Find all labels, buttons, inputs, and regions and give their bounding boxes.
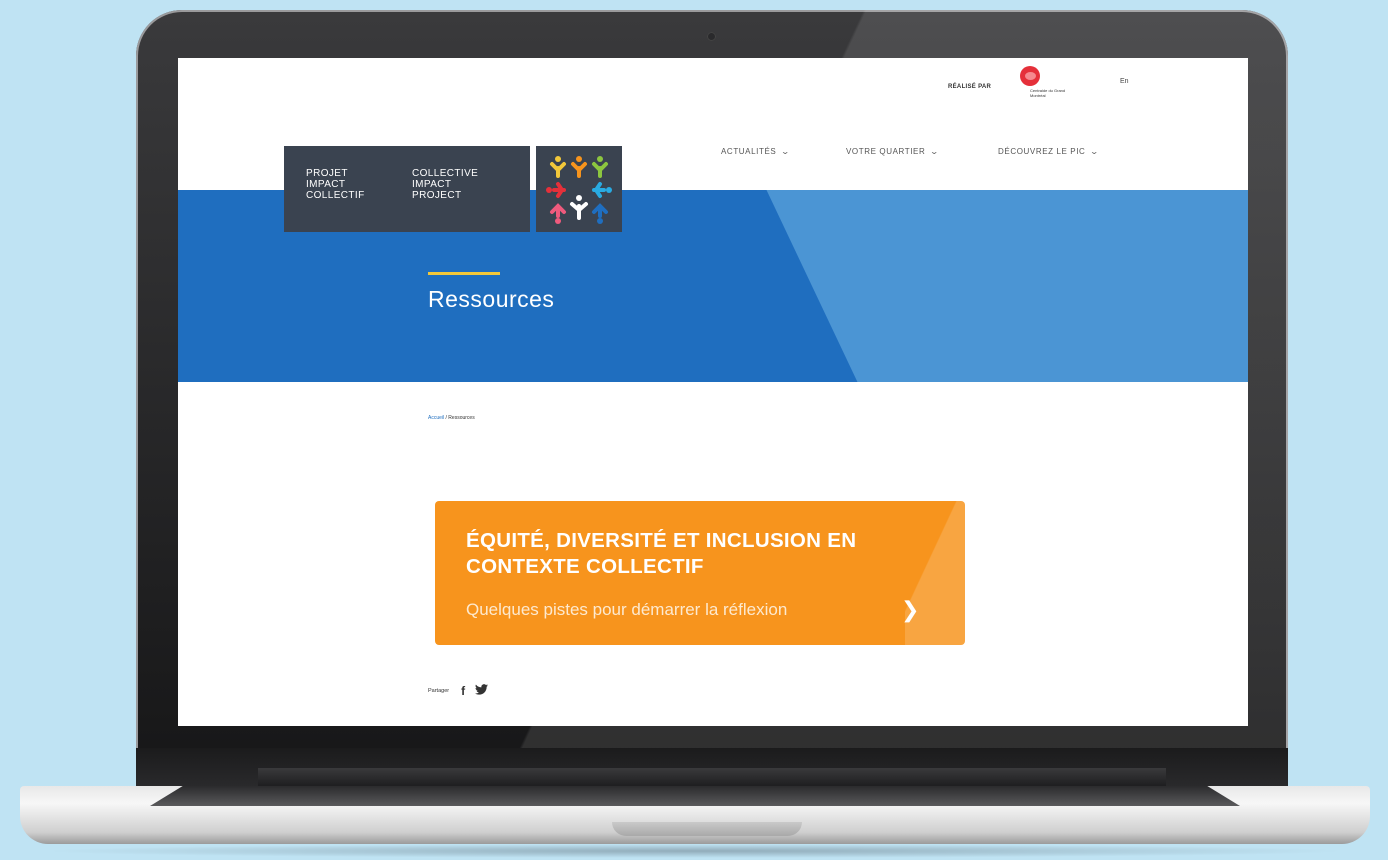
breadcrumb-separator: /: [445, 415, 447, 421]
webcam-icon: [707, 32, 716, 41]
language-switch-link[interactable]: En: [1120, 78, 1129, 85]
cta-subtitle: Quelques pistes pour démarrer la réflexi…: [466, 600, 788, 619]
page-title: Ressources: [428, 286, 555, 312]
chevron-right-icon: ❯: [901, 597, 920, 622]
nav-decouvrez-le-pic[interactable]: DÉCOUVREZ LE PIC ⌄: [998, 147, 1099, 156]
realise-par-label: RÉALISÉ PAR: [948, 84, 992, 90]
facebook-icon[interactable]: f: [461, 684, 465, 698]
twitter-icon[interactable]: [475, 684, 489, 698]
logo-text-fr: PROJET IMPACT COLLECTIF: [306, 168, 365, 201]
resource-cta-card[interactable]: ÉQUITÉ, DIVERSITÉ ET INCLUSION EN CONTEX…: [435, 501, 965, 645]
cta-title: ÉQUITÉ, DIVERSITÉ ET INCLUSION EN CONTEX…: [466, 529, 857, 578]
logo-line: COLLECTIVE: [412, 168, 479, 179]
partner-name: Centraide du Grand Montréal: [1030, 88, 1066, 98]
logo-text-en: COLLECTIVE IMPACT PROJECT: [412, 168, 478, 201]
share-bar: Partager f: [428, 684, 489, 698]
logo-line: PROJECT: [412, 190, 462, 201]
breadcrumb-current: Ressources: [448, 415, 475, 421]
laptop-shadow: [40, 844, 1350, 858]
nav-actualites-label: ACTUALITÉS: [721, 147, 777, 156]
breadcrumb: Accueil / Ressources: [428, 415, 475, 421]
nav-votre-quartier[interactable]: VOTRE QUARTIER ⌄: [846, 147, 939, 156]
opening-notch: [612, 822, 802, 836]
chevron-down-icon: ⌄: [1089, 147, 1101, 156]
share-label: Partager: [428, 688, 450, 694]
laptop-hinge: [258, 768, 1166, 786]
logo-line: COLLECTIF: [306, 190, 365, 201]
top-utility-bar: RÉALISÉ PAR Centraide du Grand Montréal …: [178, 58, 1248, 109]
logo-line: IMPACT: [412, 179, 452, 190]
site-logo[interactable]: PROJET IMPACT COLLECTIF COLLECTIVE IMPAC…: [284, 146, 530, 232]
hero-accent-line: [428, 272, 500, 275]
logo-line: PROJET: [306, 168, 348, 179]
nav-actualites[interactable]: ACTUALITÉS ⌄: [721, 147, 790, 156]
nav-decouvrez-le-pic-label: DÉCOUVREZ LE PIC: [998, 147, 1086, 156]
nav-votre-quartier-label: VOTRE QUARTIER: [846, 147, 926, 156]
keyboard-deck: [150, 786, 1240, 806]
breadcrumb-home-link[interactable]: Accueil: [428, 415, 444, 421]
chevron-down-icon: ⌄: [780, 147, 792, 156]
people-circle-logo-icon[interactable]: [536, 146, 622, 232]
chevron-down-icon: ⌄: [929, 147, 941, 156]
centraide-logo-icon[interactable]: [1020, 66, 1040, 86]
laptop-screen: RÉALISÉ PAR Centraide du Grand Montréal …: [178, 58, 1248, 726]
logo-line: IMPACT: [306, 179, 346, 190]
